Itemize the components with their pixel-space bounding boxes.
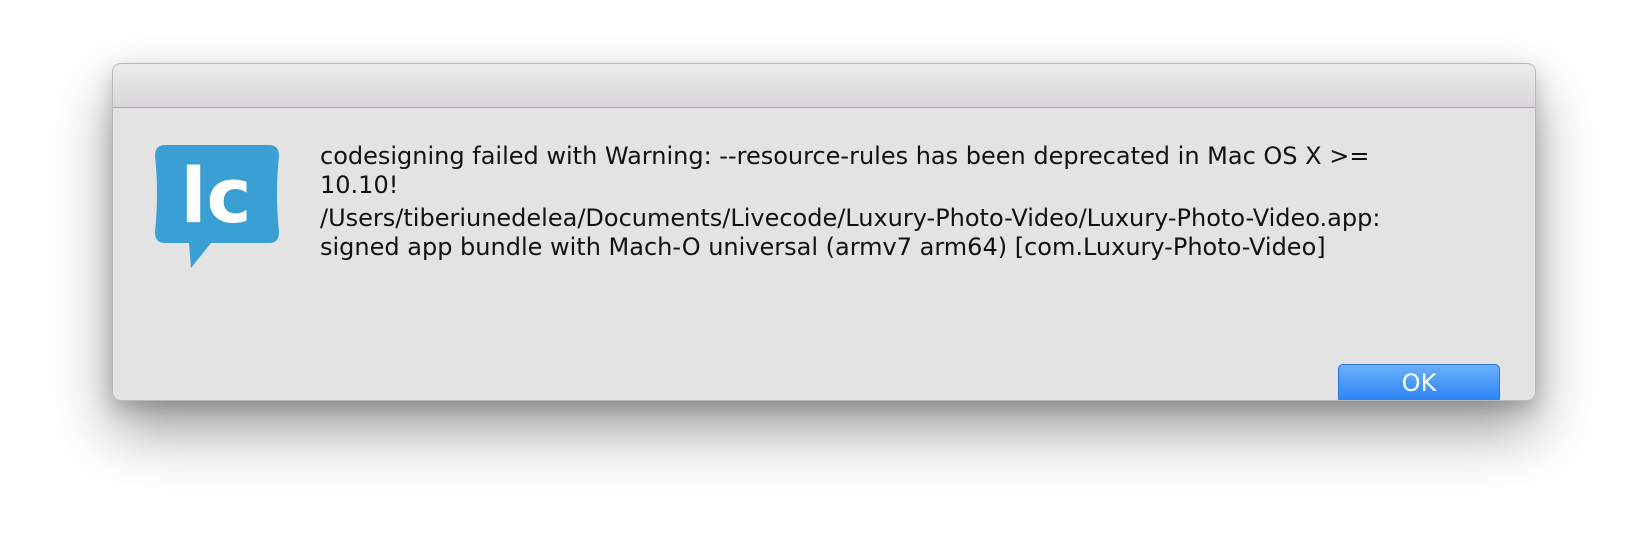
screen: lc codesigning failed with Warning: --re… (0, 0, 1646, 560)
livecode-logo-icon: lc (155, 145, 279, 268)
message-line: /Users/tiberiunedelea/Documents/Livecode… (320, 204, 1381, 232)
ok-button[interactable]: OK (1338, 364, 1500, 400)
alert-message: codesigning failed with Warning: --resou… (320, 142, 1470, 262)
dialog-title-bar[interactable] (113, 64, 1535, 108)
alert-dialog: lc codesigning failed with Warning: --re… (112, 63, 1536, 401)
message-line: 10.10! (320, 171, 399, 199)
message-paragraph-warning: codesigning failed with Warning: --resou… (320, 142, 1470, 200)
message-line: codesigning failed with Warning: --resou… (320, 142, 1370, 170)
dialog-content: lc codesigning failed with Warning: --re… (113, 108, 1535, 400)
message-paragraph-path: /Users/tiberiunedelea/Documents/Livecode… (320, 204, 1470, 262)
message-line: signed app bundle with Mach-O universal … (320, 233, 1326, 261)
livecode-logo-text: lc (180, 151, 251, 240)
